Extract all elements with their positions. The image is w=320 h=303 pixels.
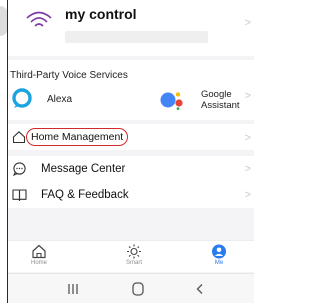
recents-button[interactable] bbox=[53, 274, 93, 303]
tab-smart[interactable]: Smart bbox=[104, 241, 164, 273]
account-subtitle-placeholder bbox=[65, 31, 208, 43]
back-button[interactable] bbox=[180, 274, 220, 303]
chevron-right-icon: > bbox=[244, 90, 251, 102]
account-title: my control bbox=[65, 6, 137, 22]
google-assistant-icon[interactable] bbox=[160, 90, 186, 110]
message-center-label: Message Center bbox=[41, 163, 126, 175]
faq-feedback-row[interactable]: FAQ & Feedback > bbox=[8, 182, 254, 208]
alexa-label[interactable]: Alexa bbox=[47, 94, 72, 105]
tab-home-label: Home bbox=[30, 260, 47, 266]
home-button-icon bbox=[132, 282, 144, 296]
chevron-right-icon: > bbox=[244, 17, 251, 29]
person-icon bbox=[212, 244, 226, 259]
wifi-signal-icon bbox=[26, 11, 52, 27]
tab-me-label: Me bbox=[214, 260, 224, 266]
account-card[interactable]: my control > bbox=[8, 0, 254, 56]
chevron-right-icon: > bbox=[244, 132, 251, 144]
voice-services-title: Third-Party Voice Services bbox=[10, 70, 128, 81]
sun-icon bbox=[127, 244, 141, 259]
tab-smart-label: Smart bbox=[125, 260, 142, 266]
google-assistant-label-line1: Google bbox=[201, 89, 232, 100]
home-outline-icon bbox=[12, 131, 26, 144]
recents-icon bbox=[68, 284, 78, 294]
phone-screen: my control > Third-Party Voice Services … bbox=[7, 0, 254, 303]
faq-feedback-label: FAQ & Feedback bbox=[41, 189, 129, 201]
alexa-icon[interactable] bbox=[11, 87, 33, 109]
google-assistant-label-line2: Assistant bbox=[201, 100, 240, 111]
home-tab-icon bbox=[32, 244, 46, 259]
system-home-button[interactable] bbox=[118, 274, 158, 303]
message-center-row[interactable]: Message Center > bbox=[8, 156, 254, 182]
home-management-row[interactable]: Home Management > bbox=[8, 124, 254, 150]
tab-me[interactable]: Me bbox=[189, 241, 249, 273]
back-chevron-icon bbox=[196, 284, 203, 294]
chevron-right-icon: > bbox=[244, 163, 251, 175]
google-assistant-label[interactable]: Google Assistant bbox=[201, 89, 240, 111]
chevron-right-icon: > bbox=[244, 189, 251, 201]
menu-list: Message Center > FAQ & Feedback > bbox=[8, 156, 254, 208]
system-nav-bar bbox=[8, 273, 254, 303]
book-icon bbox=[12, 189, 27, 202]
voice-services-card: Third-Party Voice Services Alexa Google … bbox=[8, 60, 254, 120]
chat-bubble-icon bbox=[12, 162, 26, 176]
tab-home[interactable]: Home bbox=[9, 241, 69, 273]
home-management-label[interactable]: Home Management bbox=[26, 128, 129, 146]
bottom-tab-bar: Home Smart Me bbox=[8, 240, 254, 272]
